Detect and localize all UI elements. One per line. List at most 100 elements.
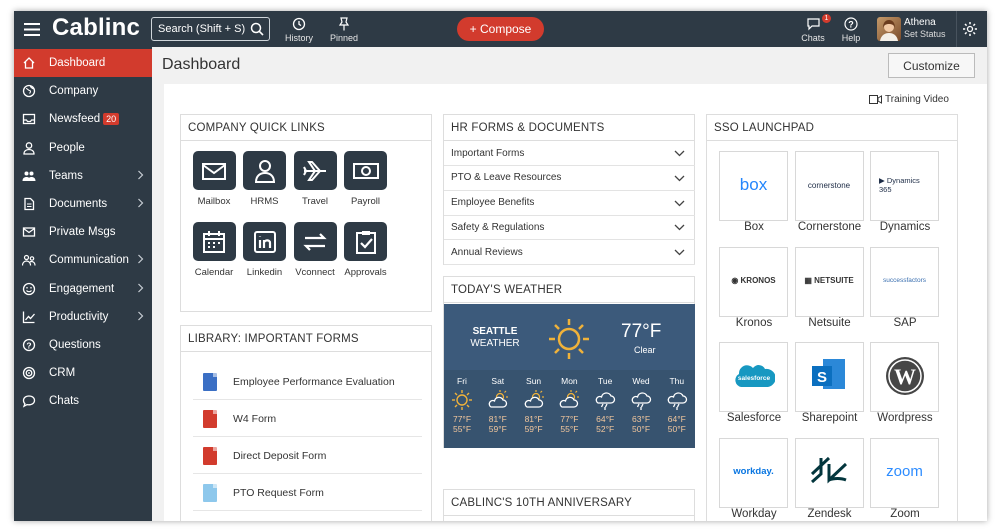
forecast-low: 50°F <box>667 424 686 434</box>
training-video-label: Training Video <box>885 94 949 105</box>
company-quick-links-card: COMPANY QUICK LINKS Mailbox HRMS Travel Pay… <box>180 114 432 312</box>
sidebar-item-productivity[interactable]: Productivity <box>14 303 152 331</box>
sso-app-box[interactable]: box <box>719 151 788 221</box>
sidebar-item-people[interactable]: People <box>14 134 152 162</box>
sso-app-label[interactable]: Cornerstone <box>790 221 870 233</box>
sso-app-zendesk[interactable] <box>794 437 864 508</box>
sidebar-item-teams[interactable]: Teams <box>14 162 152 190</box>
library-form-item[interactable]: PTO Request Form <box>193 475 422 511</box>
library-form-item[interactable]: Direct Deposit Form <box>193 438 422 474</box>
sso-app-workday[interactable]: workday. <box>719 437 788 508</box>
set-status-link[interactable]: Set Status <box>904 29 946 39</box>
sso-app-netsuite[interactable]: ▦ NETSUITE <box>794 246 864 317</box>
sidebar-item-engagement[interactable]: Engagement <box>14 275 152 303</box>
sidebar-item-newsfeed[interactable]: Newsfeed 20 <box>14 105 152 133</box>
sidebar-item-label: Engagement <box>49 282 115 295</box>
customize-button[interactable]: Customize <box>888 53 975 78</box>
sidebar-item-communication[interactable]: Communication <box>14 246 152 274</box>
forecast-high: 63°F <box>631 414 651 424</box>
forecast-day: Mon 77°F 55°F <box>554 376 584 434</box>
form-title: Direct Deposit Form <box>233 449 327 462</box>
sidebar-item-chats[interactable]: Chats <box>14 387 152 415</box>
sso-app-label[interactable]: Sharepoint <box>790 412 870 424</box>
quick-link-travel[interactable]: Travel <box>286 151 344 207</box>
history-button[interactable]: History <box>283 15 315 45</box>
sso-app-wordpress[interactable]: W <box>870 342 939 412</box>
person-icon <box>243 151 286 190</box>
forecast-day-label: Tue <box>598 376 613 386</box>
sso-app-dynamics[interactable]: ▶ Dynamics 365 <box>870 151 939 221</box>
sidebar-item-label: Communication <box>49 254 129 267</box>
sidebar-item-private-msgs[interactable]: Private Msgs <box>14 218 152 246</box>
sso-app-label[interactable]: Netsuite <box>790 317 870 329</box>
pinned-button[interactable]: Pinned <box>327 15 361 45</box>
sso-app-label[interactable]: Dynamics <box>865 221 945 233</box>
video-camera-icon <box>869 95 882 104</box>
app-logo[interactable]: Cablinc <box>52 14 140 42</box>
pinned-label: Pinned <box>329 33 359 43</box>
wordpress-logo-icon: W <box>879 353 930 399</box>
smile-icon <box>22 282 36 296</box>
hr-accordion-item[interactable]: PTO & Leave Resources <box>444 166 695 191</box>
sso-app-label[interactable]: Box <box>714 221 794 233</box>
quick-link-hrms[interactable]: HRMS <box>236 151 294 207</box>
sidebar-item-label: People <box>49 141 85 154</box>
sso-app-sharepoint[interactable]: S <box>794 342 864 412</box>
sso-app-label[interactable]: Wordpress <box>865 412 945 424</box>
forecast-high: 81°F <box>524 414 543 424</box>
quick-link-mailbox[interactable]: Mailbox <box>185 151 243 207</box>
svg-text:W: W <box>894 364 916 389</box>
sso-app-salesforce[interactable]: salesforce <box>719 342 788 412</box>
quick-link-payroll[interactable]: Payroll <box>337 151 395 207</box>
sso-app-label[interactable]: Workday <box>714 508 794 520</box>
card-title: LIBRARY: IMPORTANT FORMS <box>181 326 431 352</box>
sso-app-label[interactable]: Zoom <box>865 508 945 520</box>
sidebar-item-questions[interactable]: ? Questions <box>14 331 152 359</box>
library-form-item[interactable]: Employee Performance Evaluation <box>193 364 422 400</box>
sso-app-label[interactable]: SAP <box>865 317 945 329</box>
sso-app-zoom[interactable]: zoom <box>870 437 939 508</box>
hr-accordion-item[interactable]: Important Forms <box>444 141 695 166</box>
hr-accordion-item[interactable]: Safety & Regulations <box>444 215 695 241</box>
current-condition: Clear <box>634 345 656 355</box>
hr-accordion-item[interactable]: Annual Reviews <box>444 240 695 266</box>
library-form-item[interactable]: FMLA Form <box>193 512 422 521</box>
history-label: History <box>284 33 313 43</box>
quick-link-linkedin[interactable]: Linkedin <box>236 222 294 278</box>
forecast-low: 50°F <box>631 424 651 434</box>
compose-button[interactable]: + Compose <box>457 17 544 41</box>
sso-app-cornerstone[interactable]: cornerstone <box>794 151 864 221</box>
sso-app-label[interactable]: Salesforce <box>714 412 794 424</box>
sso-app-label[interactable]: Kronos <box>714 317 794 329</box>
sidebar-item-crm[interactable]: CRM <box>14 359 152 387</box>
library-form-item[interactable]: W4 Form <box>193 401 422 437</box>
chevron-right-icon <box>137 283 144 296</box>
chat-bubble-icon <box>806 18 820 31</box>
card-title: HR FORMS & DOCUMENTS <box>444 115 694 141</box>
menu-icon[interactable] <box>22 19 42 39</box>
sidebar-item-dashboard[interactable]: Dashboard <box>14 49 152 77</box>
sidebar-item-company[interactable]: Company <box>14 77 152 105</box>
quick-link-vconnect[interactable]: Vconnect <box>286 222 344 278</box>
quick-link-calendar[interactable]: Calendar <box>185 222 243 278</box>
help-button[interactable]: ? Help <box>838 15 864 45</box>
form-title: W4 Form <box>233 412 277 425</box>
gear-icon[interactable] <box>960 19 980 39</box>
avatar[interactable] <box>877 17 901 41</box>
svg-text:?: ? <box>26 340 31 350</box>
zoom-logo-icon: zoom <box>886 463 923 480</box>
sso-app-sap[interactable]: successfactors <box>870 246 939 317</box>
sso-app-kronos[interactable]: ◉ KRONOS <box>719 246 788 317</box>
search-input[interactable]: Search (Shift + S) <box>151 17 270 41</box>
forecast-low: 52°F <box>596 424 615 434</box>
pin-icon <box>338 17 350 31</box>
quick-link-approvals[interactable]: Approvals <box>337 222 395 278</box>
sso-app-label[interactable]: Zendesk <box>790 508 870 520</box>
user-menu[interactable]: Athena Set Status <box>904 17 946 39</box>
team-icon <box>22 169 36 183</box>
globe-icon <box>22 84 36 98</box>
hr-accordion-item[interactable]: Employee Benefits <box>444 191 695 216</box>
chevron-down-icon <box>674 174 685 185</box>
training-video-link[interactable]: Training Video <box>869 94 949 105</box>
sidebar-item-documents[interactable]: Documents <box>14 190 152 218</box>
